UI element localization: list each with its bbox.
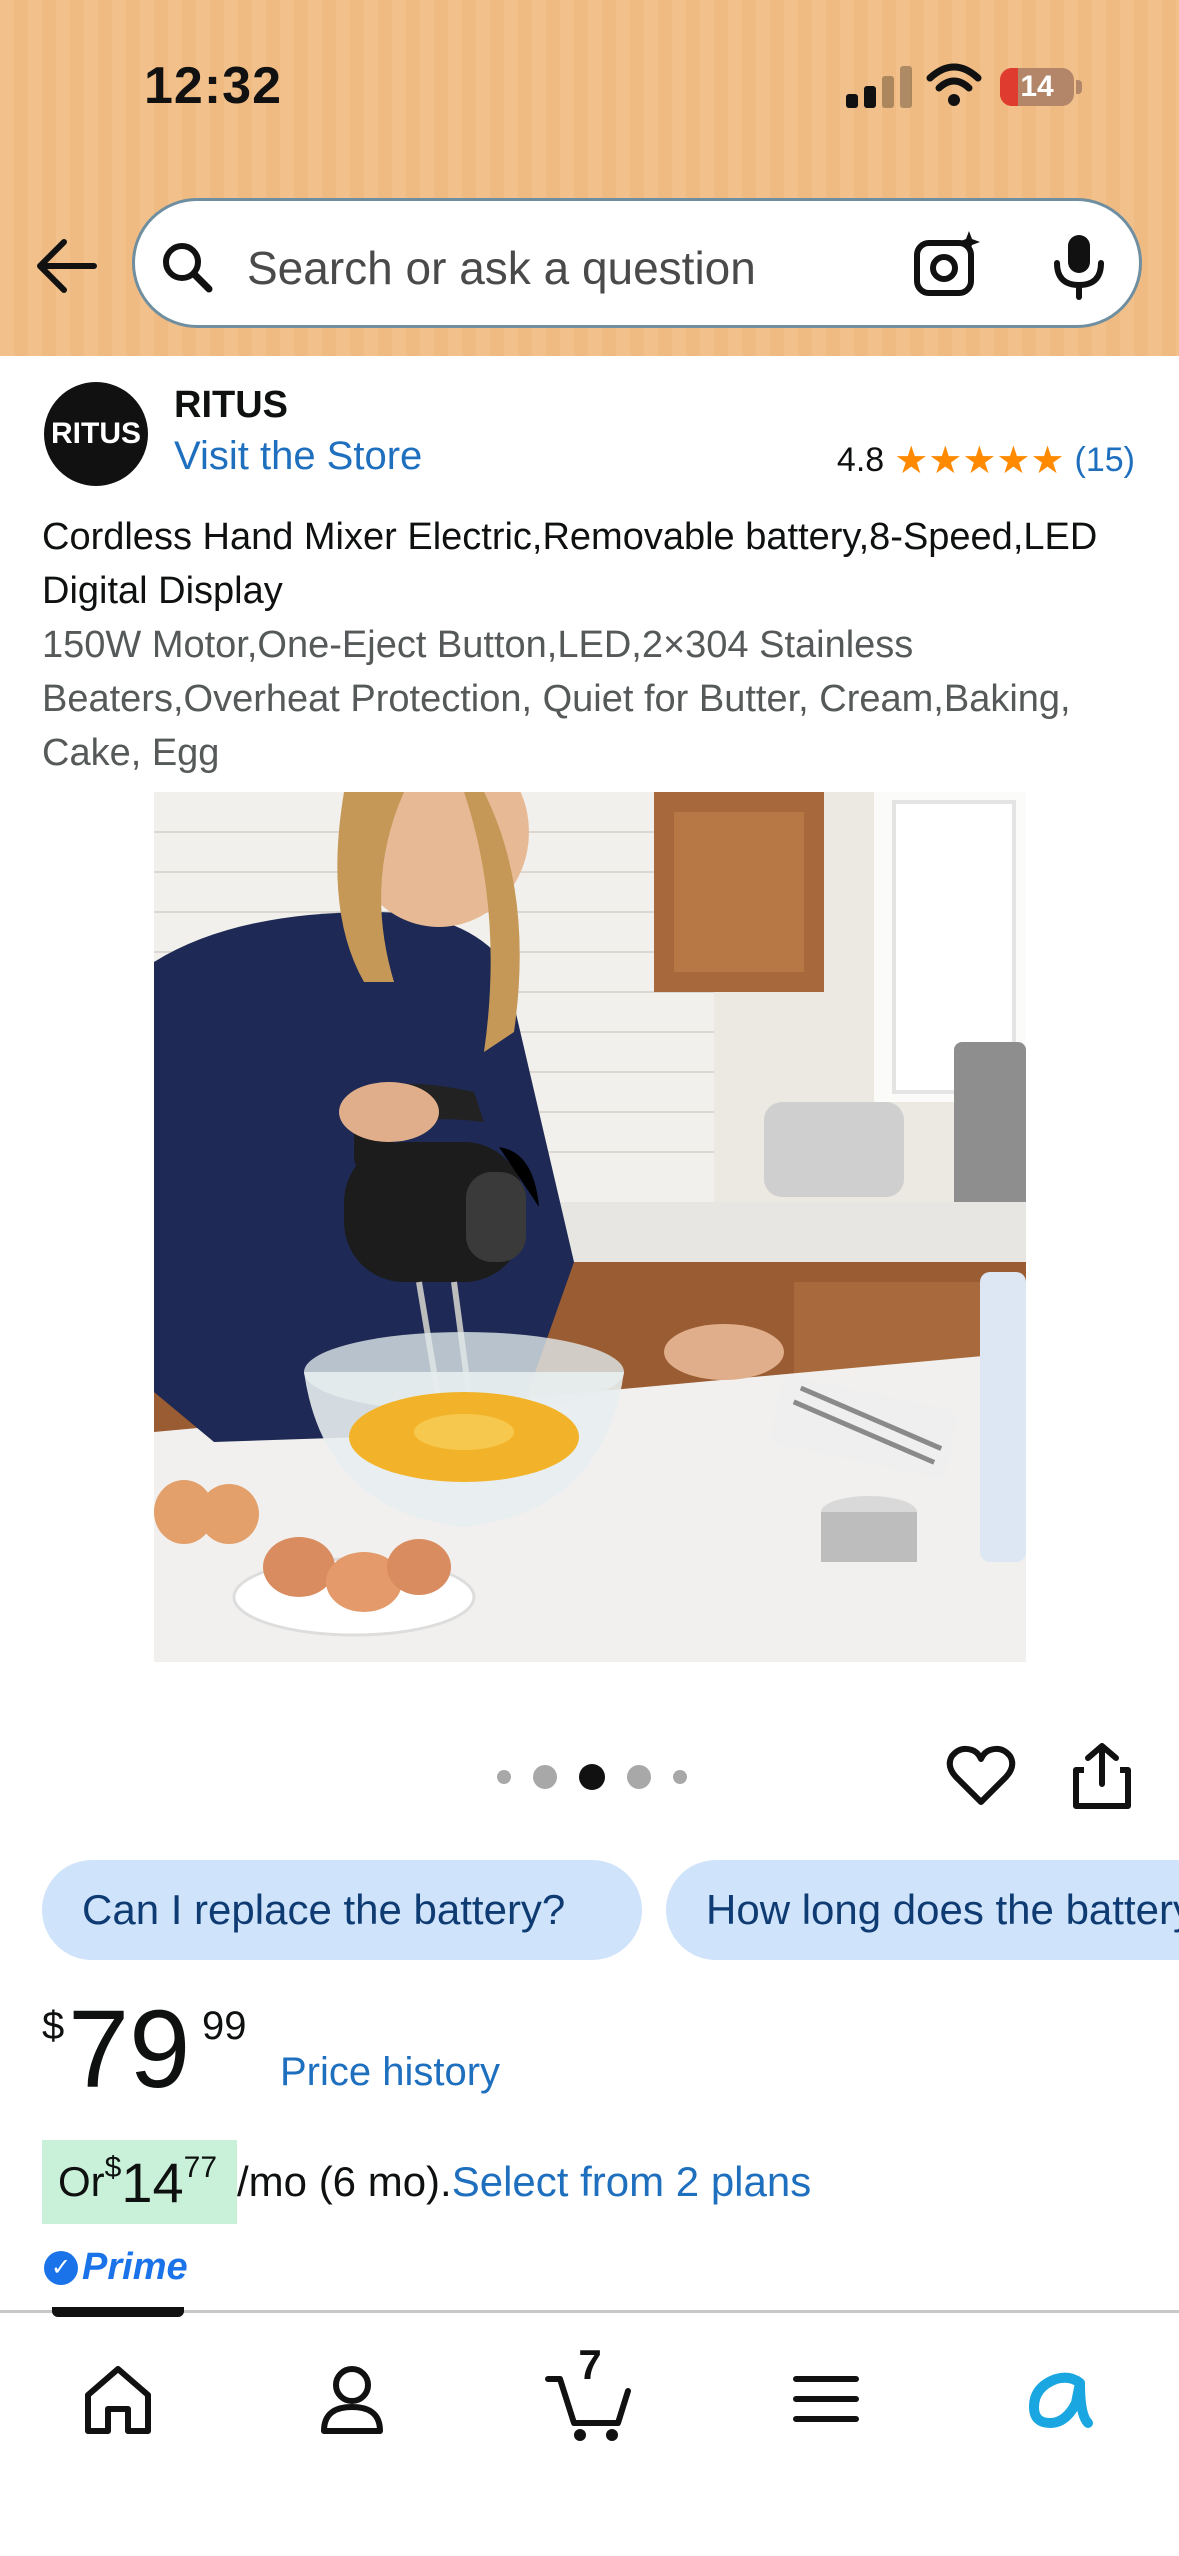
image-carousel-dots[interactable] (486, 1762, 698, 1792)
installment-highlight: Or $ 14 77 (42, 2140, 238, 2224)
prime-badge: ✓ Prime (44, 2246, 188, 2289)
carousel-dot[interactable] (533, 1765, 557, 1789)
installment-whole: 14 (121, 2150, 184, 2214)
visit-store-link[interactable]: Visit the Store (174, 434, 422, 479)
price-whole: 79 (68, 1988, 191, 2111)
prime-label: Prime (82, 2246, 188, 2288)
camera-lens-icon[interactable] (911, 229, 983, 301)
heart-icon[interactable] (946, 1744, 1016, 1808)
check-icon: ✓ (44, 2250, 78, 2285)
home-icon[interactable] (68, 2349, 168, 2449)
installment-currency: $ (104, 2151, 122, 2184)
battery-icon: 14 (1000, 68, 1074, 106)
microphone-icon[interactable] (1049, 231, 1109, 301)
cellular-signal-icon (846, 66, 912, 108)
cart-count: 7 (578, 2341, 602, 2388)
cart-button[interactable]: 7 (540, 2341, 640, 2449)
product-subtitle: 150W Motor,One-Eject Button,LED,2×304 St… (42, 624, 1071, 774)
brand-name: RITUS (174, 384, 288, 426)
wifi-icon (926, 63, 982, 106)
product-photo (154, 792, 1026, 1662)
installment-prefix: Or (58, 2158, 105, 2205)
nav-active-indicator (52, 2307, 184, 2317)
question-chip[interactable]: Can I replace the battery? (42, 1860, 642, 1960)
star-rating-icon: ★★★★★ (894, 440, 1065, 482)
account-icon[interactable] (302, 2349, 402, 2449)
battery-level: 14 (1020, 70, 1054, 103)
select-plans-link[interactable]: Select from 2 plans (452, 2158, 812, 2206)
search-icon (163, 243, 213, 293)
price-history-link[interactable]: Price history (280, 2050, 500, 2095)
brand-logo[interactable]: RITUS (44, 382, 148, 486)
carousel-dot[interactable] (497, 1770, 511, 1784)
price-fraction: 99 (202, 2004, 247, 2048)
carousel-dot[interactable] (627, 1765, 651, 1789)
question-chip[interactable]: How long does the battery last? (666, 1860, 1179, 1960)
price-currency: $ (42, 2004, 65, 2048)
rating-value: 4.8 (836, 441, 885, 479)
product-title: Cordless Hand Mixer Electric,Removable b… (42, 516, 1098, 612)
header: 12:32 14 Search or ask a question (0, 0, 1179, 356)
search-input[interactable]: Search or ask a question (247, 241, 756, 295)
review-count[interactable]: (15) (1075, 441, 1135, 480)
menu-icon[interactable] (776, 2349, 876, 2449)
installment-offer: Or $ 14 77 /mo (6 mo). Select from 2 pla… (42, 2140, 811, 2224)
carousel-dot[interactable] (673, 1770, 687, 1784)
installment-fraction: 77 (183, 2151, 218, 2184)
search-bar[interactable]: Search or ask a question (132, 198, 1142, 328)
rufus-ai-icon[interactable] (1010, 2349, 1110, 2449)
installment-term: /mo (6 mo). (237, 2158, 452, 2205)
share-icon[interactable] (1070, 1742, 1134, 1810)
carousel-dot-active[interactable] (579, 1764, 605, 1790)
product-image[interactable] (154, 792, 1026, 1662)
rating-summary[interactable]: 4.8 ★★★★★ (15) (837, 438, 1135, 483)
status-time: 12:32 (144, 57, 282, 115)
back-arrow-icon[interactable] (34, 236, 98, 296)
bottom-nav: 7 (0, 2307, 1179, 2556)
